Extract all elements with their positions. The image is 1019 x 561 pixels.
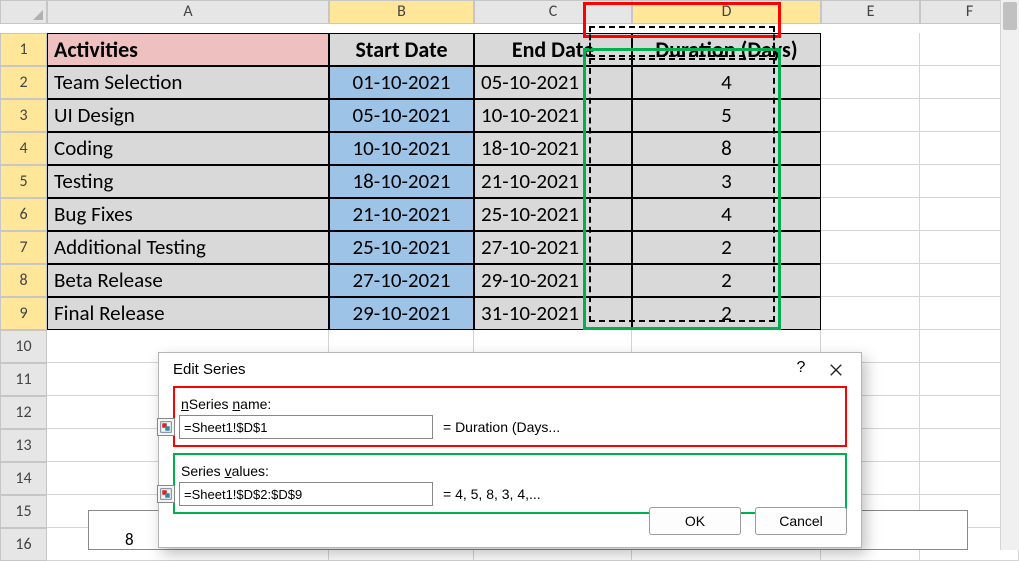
row-head-1[interactable]: 1 — [0, 33, 47, 66]
range-select-button-2[interactable] — [157, 485, 175, 503]
row-head-6[interactable]: 6 — [0, 198, 47, 231]
cell-E8[interactable] — [821, 264, 920, 297]
series-values-resolved: = 4, 5, 8, 3, 4,... — [443, 486, 541, 502]
help-button[interactable]: ? — [791, 359, 811, 377]
cell-E2[interactable] — [821, 66, 920, 99]
cell-E6[interactable] — [821, 198, 920, 231]
row-head-14[interactable]: 14 — [0, 462, 47, 495]
cell-C5[interactable]: 21-10-2021 — [474, 165, 632, 198]
cell-A3[interactable]: UI Design — [47, 99, 329, 132]
col-head-C[interactable]: C — [474, 0, 632, 24]
cell-A7[interactable]: Additional Testing — [47, 231, 329, 264]
row-head-5[interactable]: 5 — [0, 165, 47, 198]
row-head-3[interactable]: 3 — [0, 99, 47, 132]
row-head-2[interactable]: 2 — [0, 66, 47, 99]
cell-C4[interactable]: 18-10-2021 — [474, 132, 632, 165]
cell-D7[interactable]: 2 — [632, 231, 821, 264]
cell-C9[interactable]: 31-10-2021 — [474, 297, 632, 330]
cell-A5[interactable]: Testing — [47, 165, 329, 198]
cell-B1[interactable]: Start Date — [329, 33, 474, 66]
cell-D3[interactable]: 5 — [632, 99, 821, 132]
range-select-icon — [160, 421, 172, 433]
row-head-4[interactable]: 4 — [0, 132, 47, 165]
edit-series-dialog: Edit Series ? nSeries name:Series name: … — [158, 352, 862, 548]
col-head-E[interactable]: E — [821, 0, 920, 24]
range-select-icon — [160, 488, 172, 500]
cell-E4[interactable] — [821, 132, 920, 165]
cell-C6[interactable]: 25-10-2021 — [474, 198, 632, 231]
row-head-8[interactable]: 8 — [0, 264, 47, 297]
series-name-input[interactable] — [179, 415, 433, 439]
dialog-title: Edit Series — [159, 353, 861, 386]
close-icon — [829, 363, 843, 377]
cell-A6[interactable]: Bug Fixes — [47, 198, 329, 231]
range-select-button[interactable] — [157, 418, 175, 436]
cell-B7[interactable]: 25-10-2021 — [329, 231, 474, 264]
cell-E3[interactable] — [821, 99, 920, 132]
cancel-button[interactable]: Cancel — [755, 507, 847, 535]
cell-C7[interactable]: 27-10-2021 — [474, 231, 632, 264]
row-head-15[interactable]: 15 — [0, 495, 47, 528]
scrollbar-thumb[interactable] — [1003, 2, 1017, 30]
col-head-A[interactable]: A — [47, 0, 329, 24]
cell-C8[interactable]: 29-10-2021 — [474, 264, 632, 297]
series-name-resolved: = Duration (Days... — [443, 419, 560, 435]
cell-A8[interactable]: Beta Release — [47, 264, 329, 297]
row-head-9[interactable]: 9 — [0, 297, 47, 330]
close-button[interactable] — [821, 359, 851, 385]
chart-axis-tick: 8 — [125, 529, 134, 550]
cell-D6[interactable]: 4 — [632, 198, 821, 231]
cell-E7[interactable] — [821, 231, 920, 264]
annotation-green-values: Series values: = 4, 5, 8, 3, 4,... — [173, 453, 847, 514]
row-head-13[interactable]: 13 — [0, 429, 47, 462]
row-head-16[interactable]: 16 — [0, 528, 47, 561]
cell-E9[interactable] — [821, 297, 920, 330]
row-head-10[interactable]: 10 — [0, 330, 47, 363]
cell-D1[interactable]: Duration (Days) — [632, 33, 821, 66]
cell-A9[interactable]: Final Release — [47, 297, 329, 330]
row-head-12[interactable]: 12 — [0, 396, 47, 429]
select-all-corner[interactable] — [0, 0, 47, 24]
col-head-B[interactable]: B — [329, 0, 474, 24]
cell-E5[interactable] — [821, 165, 920, 198]
row-head-11[interactable]: 11 — [0, 363, 47, 396]
row-head-7[interactable]: 7 — [0, 231, 47, 264]
cell-C2[interactable]: 05-10-2021 — [474, 66, 632, 99]
cell-A1[interactable]: Activities — [47, 33, 329, 66]
cell-B2[interactable]: 01-10-2021 — [329, 66, 474, 99]
cell-D4[interactable]: 8 — [632, 132, 821, 165]
cell-B6[interactable]: 21-10-2021 — [329, 198, 474, 231]
series-name-label: nSeries name:Series name: — [181, 396, 841, 412]
annotation-red-name: nSeries name:Series name: = Duration (Da… — [173, 386, 847, 447]
cell-B8[interactable]: 27-10-2021 — [329, 264, 474, 297]
cell-D5[interactable]: 3 — [632, 165, 821, 198]
cell-D9[interactable]: 2 — [632, 297, 821, 330]
vertical-scrollbar[interactable] — [1000, 0, 1019, 550]
series-values-input[interactable] — [179, 482, 433, 506]
cell-A2[interactable]: Team Selection — [47, 66, 329, 99]
col-head-D[interactable]: D — [632, 0, 821, 24]
cell-B5[interactable]: 18-10-2021 — [329, 165, 474, 198]
series-values-label: Series values: — [181, 463, 841, 479]
cell-B4[interactable]: 10-10-2021 — [329, 132, 474, 165]
cell-D2[interactable]: 4 — [632, 66, 821, 99]
cell-D8[interactable]: 2 — [632, 264, 821, 297]
ok-button[interactable]: OK — [649, 507, 741, 535]
cell-C3[interactable]: 10-10-2021 — [474, 99, 632, 132]
cell-C1[interactable]: End Date — [474, 33, 632, 66]
cell-E1[interactable] — [821, 33, 920, 66]
cell-B3[interactable]: 05-10-2021 — [329, 99, 474, 132]
cell-B9[interactable]: 29-10-2021 — [329, 297, 474, 330]
cell-A4[interactable]: Coding — [47, 132, 329, 165]
